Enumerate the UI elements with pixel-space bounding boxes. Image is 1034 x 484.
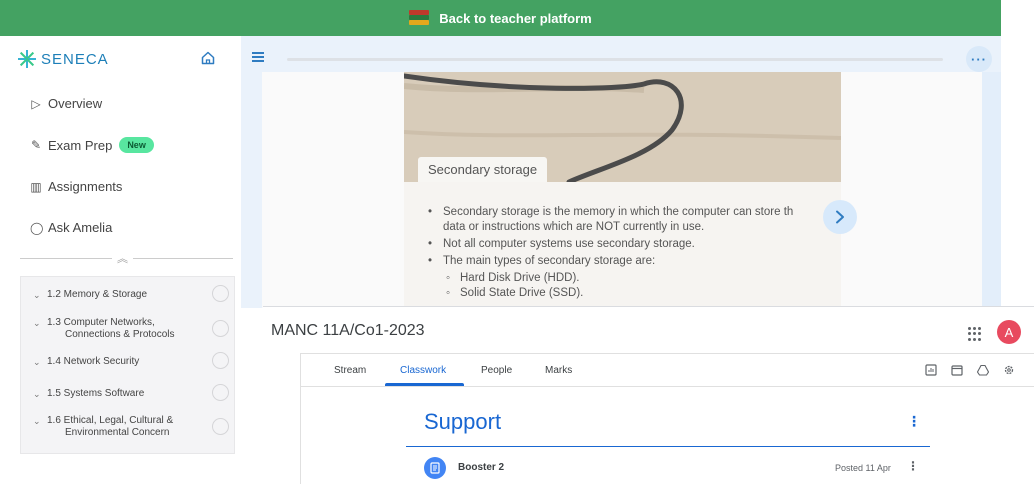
tab-classwork[interactable]: Classwork <box>400 365 446 376</box>
nav-exam-prep[interactable]: ✎ Exam Prep New <box>30 137 154 153</box>
gradebook-icon[interactable] <box>925 364 937 376</box>
chevron-up-double-icon[interactable]: ︽ <box>117 250 128 266</box>
ellipsis-icon: ··· <box>971 51 987 67</box>
topic-list: ⌄ 1.2 Memory & Storage ⌄ 1.3 Computer Ne… <box>20 276 235 454</box>
active-tab-indicator <box>385 383 464 386</box>
nav-assignments[interactable]: ▥ Assignments <box>30 179 122 194</box>
progress-circle-icon <box>212 418 229 435</box>
classroom-panel: MANC 11A/Co1-2023 A Stream Classwork Peo… <box>263 306 1034 484</box>
seneca-sidebar: SENECA ▷ Overview ✎ Exam Prep New ▥ Assi… <box>0 36 241 458</box>
topic-label: 1.3 Computer Networks, <box>47 317 155 328</box>
list-item: Secondary storage is the memory in which… <box>428 205 838 235</box>
list-item: Hard Disk Drive (HDD). <box>428 271 838 286</box>
drive-icon[interactable] <box>977 364 989 376</box>
progress-circle-icon <box>212 320 229 337</box>
books-stack-icon: ▥ <box>30 179 42 194</box>
topic-label: 1.6 Ethical, Legal, Cultural & <box>47 415 174 426</box>
progress-circle-icon <box>212 384 229 401</box>
chevron-right-icon <box>836 210 844 224</box>
classroom-tabs: Stream Classwork People Marks <box>300 353 1034 387</box>
play-outline-icon: ▷ <box>31 96 41 111</box>
list-item: Solid State Drive (SSD). <box>428 286 838 301</box>
card-bullet-list: Secondary storage is the memory in which… <box>428 205 838 301</box>
panel-left-border <box>300 387 301 484</box>
tab-stream[interactable]: Stream <box>334 365 366 376</box>
section-divider <box>406 446 930 447</box>
topic-label-line2: Connections & Protocols <box>65 329 175 340</box>
avatar[interactable]: A <box>997 320 1021 344</box>
gear-icon[interactable] <box>1003 364 1015 376</box>
card-caption: Secondary storage <box>418 157 548 182</box>
chat-bubble-icon: ◯ <box>30 220 44 235</box>
nav-overview[interactable]: ▷ Overview <box>30 96 102 111</box>
topic-label: 1.4 Network Security <box>47 356 140 367</box>
nav-ask-amelia[interactable]: ◯ Ask Amelia <box>30 220 112 235</box>
back-to-teacher-banner[interactable]: Back to teacher platform <box>0 0 1001 36</box>
nav-assignments-label: Assignments <box>48 179 123 194</box>
material-date: Posted 11 Apr <box>835 463 891 473</box>
nav-overview-label: Overview <box>48 96 103 111</box>
material-title[interactable]: Booster 2 <box>458 462 504 473</box>
list-item: The main types of secondary storage are: <box>428 254 838 269</box>
session-progress-bar <box>287 58 943 61</box>
home-icon[interactable] <box>200 50 216 66</box>
seneca-logo[interactable]: SENECA <box>18 50 109 68</box>
pencil-icon: ✎ <box>30 138 42 152</box>
calendar-icon[interactable] <box>951 364 963 376</box>
scroll-area <box>982 72 1001 306</box>
seneca-logo-text: SENECA <box>41 50 109 68</box>
banner-label: Back to teacher platform <box>439 10 592 26</box>
list-item: Not all computer systems use secondary s… <box>428 237 838 252</box>
new-badge: New <box>119 137 154 153</box>
class-title[interactable]: MANC 11A/Co1-2023 <box>271 322 425 340</box>
section-title: Support <box>424 409 502 434</box>
topic-label-line2: Environmental Concern <box>65 427 170 438</box>
material-options-icon[interactable]: ⋮ <box>907 459 919 473</box>
apps-grid-icon[interactable] <box>968 327 982 341</box>
seneca-logo-icon <box>18 50 36 68</box>
more-options-button[interactable]: ··· <box>966 46 992 72</box>
tab-marks[interactable]: Marks <box>545 365 572 376</box>
material-icon <box>424 457 446 479</box>
section-options-icon[interactable]: ⋮ <box>907 413 921 430</box>
hamburger-menu-icon[interactable] <box>252 52 264 62</box>
books-icon <box>409 10 430 26</box>
chevron-down-icon: ⌄ <box>33 389 41 399</box>
topic-label: 1.2 Memory & Storage <box>47 289 148 300</box>
nav-ask-amelia-label: Ask Amelia <box>48 220 113 235</box>
avatar-letter: A <box>1004 324 1014 340</box>
chevron-down-icon: ⌄ <box>33 318 41 328</box>
sidebar-divider <box>20 258 112 259</box>
nav-exam-prep-label: Exam Prep <box>48 137 113 153</box>
progress-circle-icon <box>212 285 229 302</box>
topic-label: 1.5 Systems Software <box>47 388 145 399</box>
chevron-down-icon: ⌄ <box>33 416 41 426</box>
progress-circle-icon <box>212 352 229 369</box>
tab-people[interactable]: People <box>481 365 512 376</box>
sidebar-divider <box>133 258 233 259</box>
chevron-down-icon: ⌄ <box>33 357 41 367</box>
chevron-down-icon: ⌄ <box>33 290 41 300</box>
next-card-button[interactable] <box>823 200 857 234</box>
